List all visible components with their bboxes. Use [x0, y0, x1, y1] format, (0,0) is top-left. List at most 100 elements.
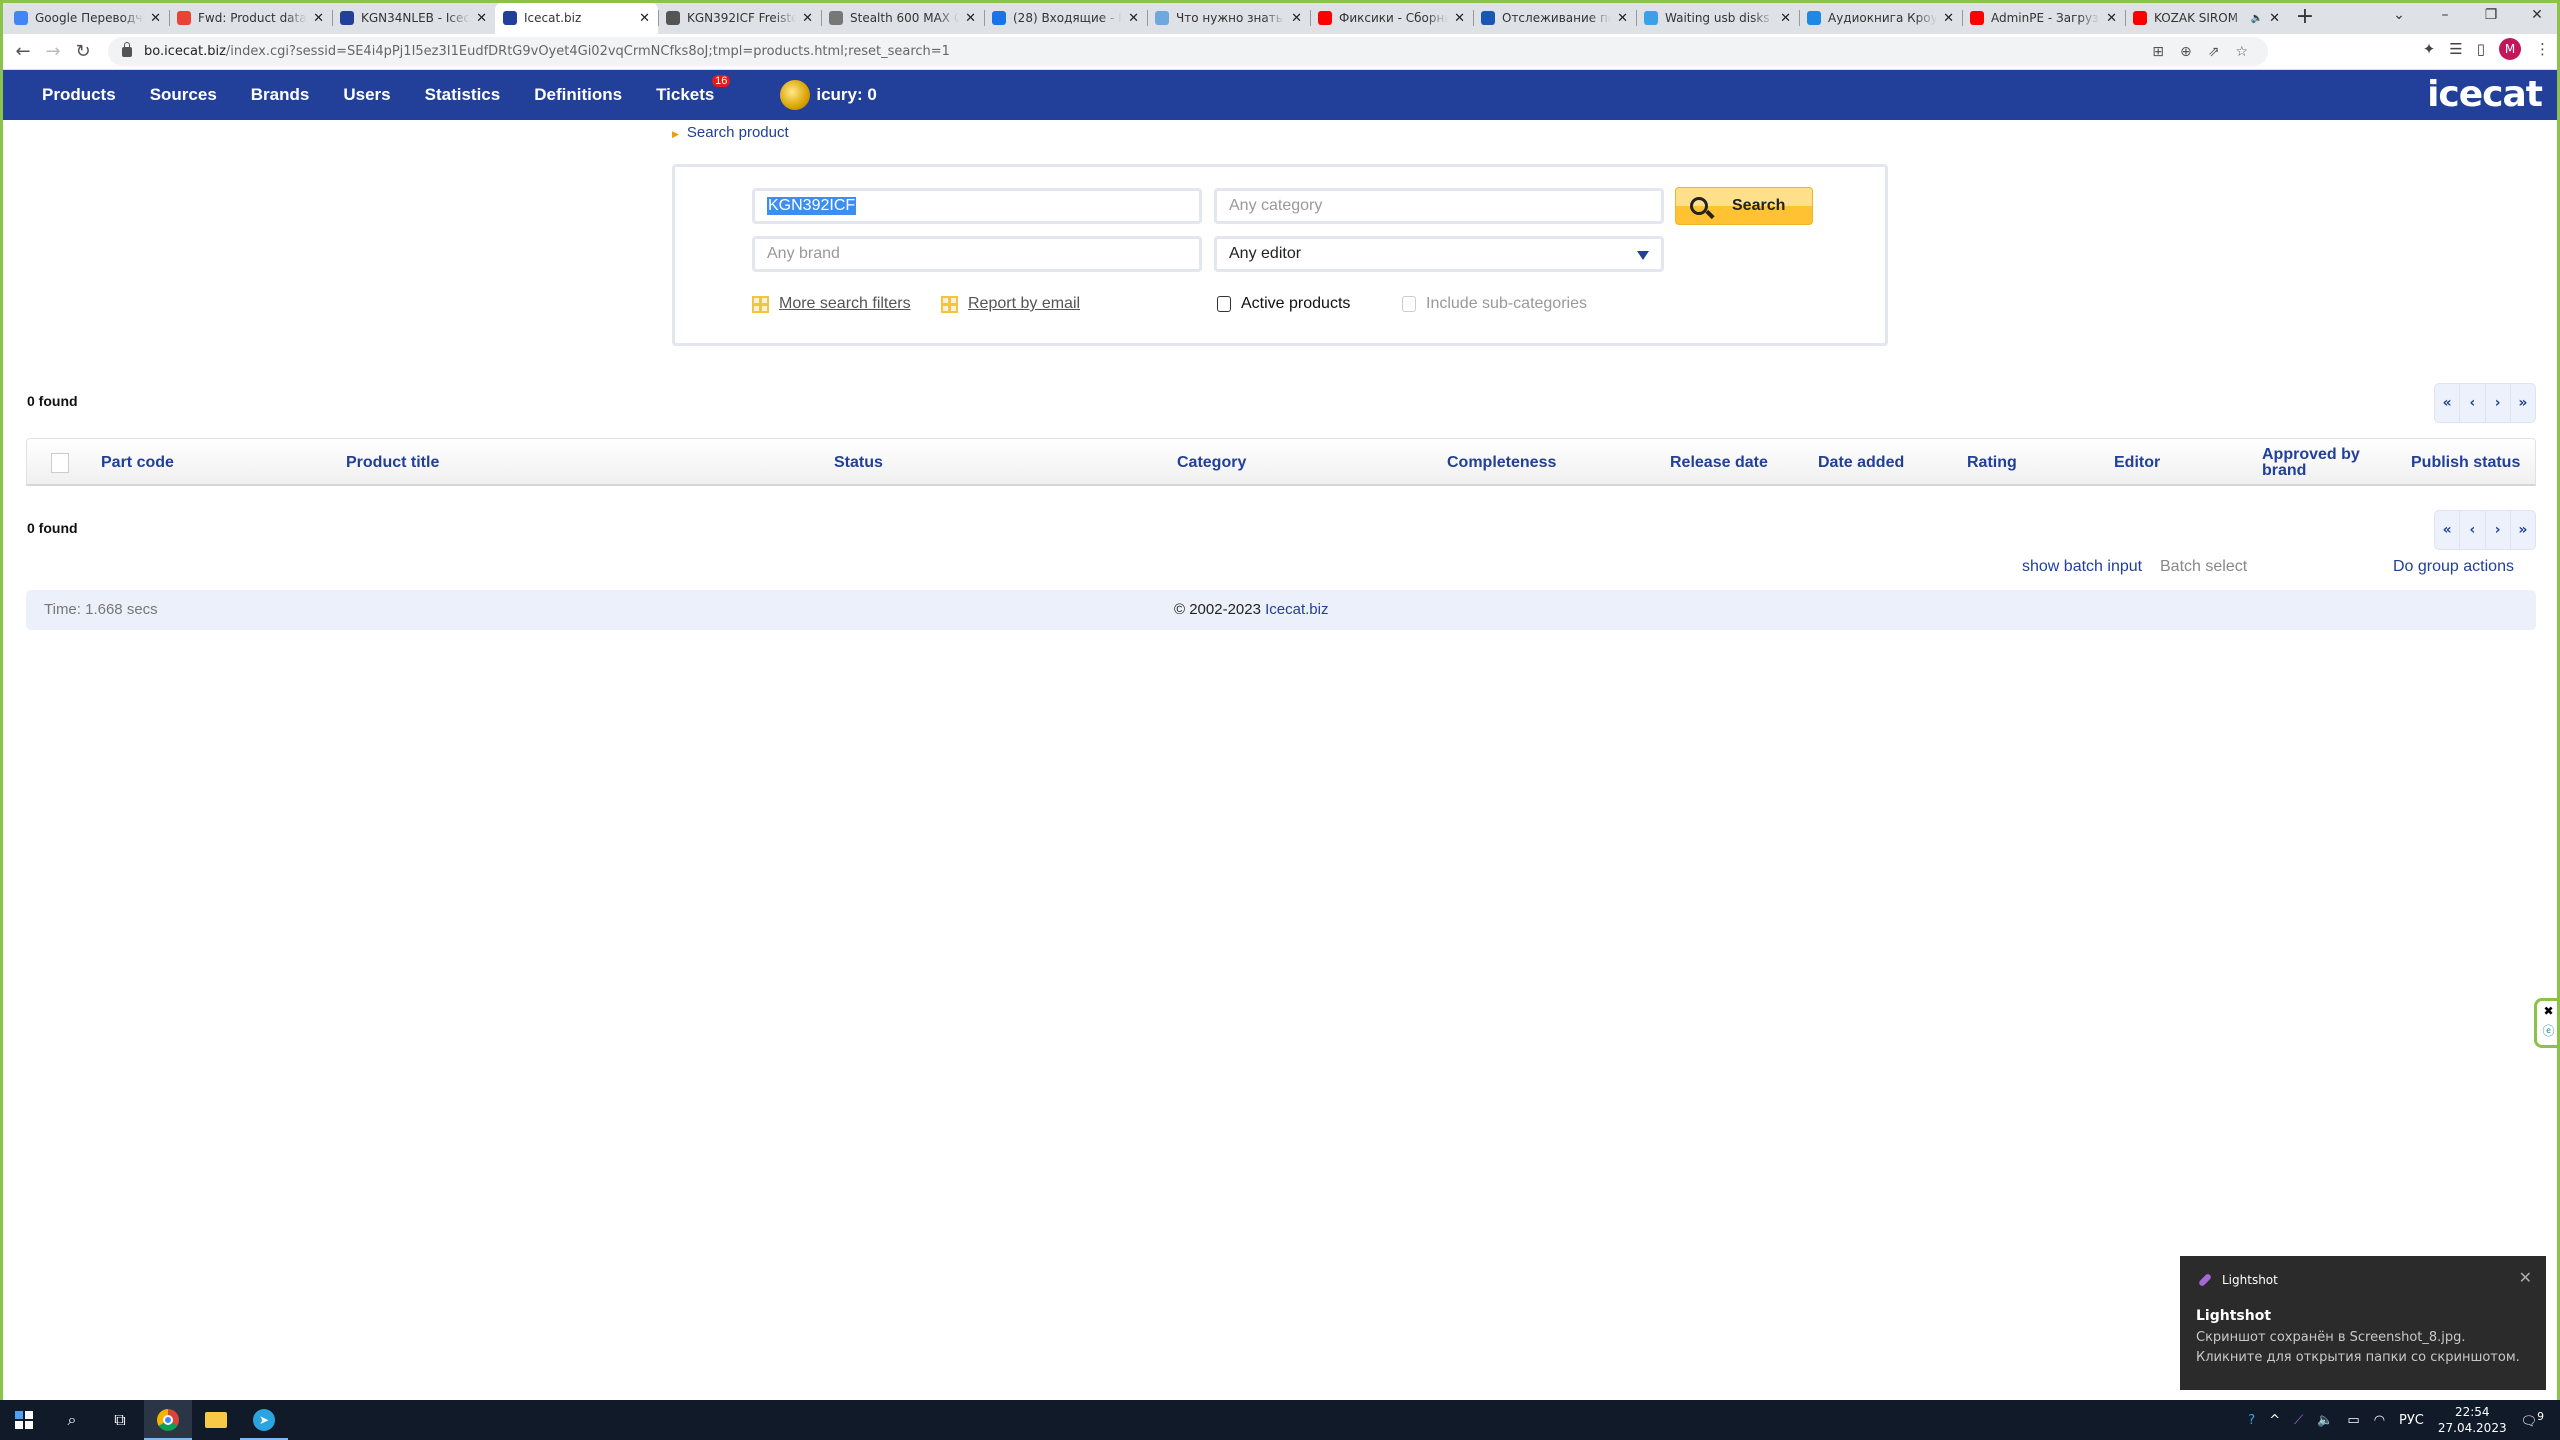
- batch-select-link[interactable]: Batch select: [2160, 558, 2247, 576]
- address-bar[interactable]: bo.icecat.biz/index.cgi?sessid=SE4i4pPj1…: [108, 37, 2268, 66]
- icecat-logo[interactable]: icecat: [2427, 74, 2543, 115]
- volume-icon[interactable]: 🔈: [2317, 1413, 2333, 1428]
- share-icon[interactable]: ⇗: [2208, 44, 2220, 60]
- taskbar-explorer[interactable]: [192, 1400, 240, 1440]
- select-all-checkbox[interactable]: [51, 453, 69, 473]
- report-by-email-link[interactable]: Report by email: [968, 295, 1080, 313]
- browser-tab[interactable]: Google Переводчик ✕: [6, 2, 169, 34]
- audio-playing-icon[interactable]: 🔈: [2251, 13, 2263, 24]
- browser-tab[interactable]: AdminPE - Загрузо ✕: [1962, 2, 2125, 34]
- prev-page-button[interactable]: ‹: [2460, 384, 2486, 422]
- side-panel-icon[interactable]: ▯: [2477, 40, 2485, 58]
- eset-widget[interactable]: ✖ ⓔ: [2534, 998, 2560, 1048]
- show-hidden-icons[interactable]: ^: [2269, 1413, 2280, 1428]
- column-status[interactable]: Status: [834, 439, 883, 487]
- icecat-link[interactable]: Icecat.biz: [1265, 601, 1328, 618]
- task-view-icon[interactable]: ⧉: [96, 1400, 144, 1440]
- column-completeness[interactable]: Completeness: [1447, 439, 1556, 487]
- next-page-button[interactable]: ›: [2486, 384, 2511, 422]
- column-date-added[interactable]: Date added: [1818, 439, 1904, 487]
- next-page-button[interactable]: ›: [2486, 511, 2511, 549]
- menu-icon[interactable]: ⋮: [2535, 40, 2550, 58]
- translate-icon[interactable]: ⊞: [2152, 44, 2164, 60]
- close-tab-icon[interactable]: ✕: [476, 11, 487, 26]
- back-icon[interactable]: ←: [8, 41, 38, 62]
- more-search-filters[interactable]: More search filters: [752, 295, 911, 313]
- restore-button[interactable]: ❐: [2468, 0, 2514, 32]
- column-product-title[interactable]: Product title: [346, 439, 439, 487]
- close-tab-icon[interactable]: ✕: [1617, 11, 1628, 26]
- column-publish-status[interactable]: Publish status: [2411, 439, 2520, 487]
- close-widget-icon[interactable]: ✖: [2537, 1001, 2560, 1021]
- reading-list-icon[interactable]: ☰: [2449, 40, 2462, 58]
- close-tab-icon[interactable]: ✕: [1128, 11, 1139, 26]
- zoom-icon[interactable]: ⊕: [2180, 44, 2192, 60]
- close-tab-icon[interactable]: ✕: [1780, 11, 1791, 26]
- active-products-option[interactable]: Active products: [1217, 295, 1350, 313]
- browser-tab[interactable]: Аудиокнига Кроу ✕: [1799, 2, 1962, 34]
- close-window-button[interactable]: ✕: [2514, 0, 2560, 32]
- breadcrumb-search-product[interactable]: Search product: [687, 124, 789, 141]
- nav-users[interactable]: Users: [343, 85, 390, 105]
- column-part-code[interactable]: Part code: [101, 439, 174, 487]
- reload-icon[interactable]: ↻: [68, 41, 98, 62]
- taskbar-telegram[interactable]: ➤: [240, 1400, 288, 1440]
- browser-tab[interactable]: Waiting usb disks t ✕: [1636, 2, 1799, 34]
- nav-definitions[interactable]: Definitions: [534, 85, 622, 105]
- browser-tab[interactable]: Stealth 600 MAX G ✕: [821, 2, 984, 34]
- column-rating[interactable]: Rating: [1967, 439, 2017, 487]
- report-by-email[interactable]: Report by email: [941, 295, 1080, 313]
- tab-search-button[interactable]: ⌄: [2376, 0, 2422, 32]
- eset-icon[interactable]: ⓔ: [2537, 1021, 2560, 1041]
- bookmark-star-icon[interactable]: ☆: [2235, 44, 2248, 60]
- browser-tab[interactable]: Fwd: Product data ✕: [169, 2, 332, 34]
- close-tab-icon[interactable]: ✕: [2269, 11, 2280, 26]
- browser-tab[interactable]: Что нужно знать п ✕: [1147, 2, 1310, 34]
- close-tab-icon[interactable]: ✕: [1454, 11, 1465, 26]
- group-actions-link[interactable]: Do group actions: [2393, 558, 2514, 576]
- browser-tab[interactable]: (28) Входящие - П ✕: [984, 2, 1147, 34]
- lightshot-tray-icon[interactable]: ⟋: [2294, 1413, 2303, 1428]
- prev-page-button[interactable]: ‹: [2460, 511, 2486, 549]
- close-tab-icon[interactable]: ✕: [965, 11, 976, 26]
- wifi-icon[interactable]: ◠: [2374, 1413, 2385, 1428]
- more-search-filters-link[interactable]: More search filters: [779, 295, 911, 313]
- notification-center-icon[interactable]: 🗨9: [2521, 1410, 2544, 1429]
- browser-tab[interactable]: KGN34NLEB - Icecat ✕: [332, 2, 495, 34]
- browser-tab[interactable]: Отслеживание по ✕: [1473, 2, 1636, 34]
- browser-tab[interactable]: Icecat.biz ✕: [495, 2, 658, 34]
- active-products-checkbox[interactable]: [1217, 296, 1231, 312]
- close-tab-icon[interactable]: ✕: [2106, 11, 2117, 26]
- start-button[interactable]: [0, 1400, 48, 1440]
- search-button[interactable]: Search: [1675, 187, 1813, 225]
- close-tab-icon[interactable]: ✕: [1291, 11, 1302, 26]
- lightshot-notification[interactable]: Lightshot ✕ Lightshot Скриншот сохранён …: [2180, 1256, 2546, 1390]
- editor-select[interactable]: Any editor: [1214, 236, 1664, 272]
- taskbar-chrome[interactable]: [144, 1400, 192, 1440]
- part-code-input[interactable]: KGN392ICF: [752, 188, 1202, 224]
- column-category[interactable]: Category: [1177, 439, 1246, 487]
- column-approved-by-brand[interactable]: Approved by brand: [2262, 439, 2372, 487]
- close-tab-icon[interactable]: ✕: [313, 11, 324, 26]
- nav-tickets[interactable]: Tickets 16: [656, 75, 731, 105]
- search-taskbar-icon[interactable]: ⌕: [48, 1400, 96, 1440]
- forward-icon[interactable]: →: [38, 41, 68, 62]
- browser-tab[interactable]: KGN392ICF Freistehend ✕: [658, 2, 821, 34]
- battery-icon[interactable]: ▭: [2347, 1413, 2359, 1428]
- column-release-date[interactable]: Release date: [1670, 439, 1768, 487]
- last-page-button[interactable]: »: [2511, 384, 2535, 422]
- nav-brands[interactable]: Brands: [251, 85, 310, 105]
- first-page-button[interactable]: «: [2435, 511, 2461, 549]
- clock[interactable]: 22:54 27.04.2023: [2438, 1404, 2507, 1436]
- language-indicator[interactable]: РУС: [2399, 1413, 2424, 1428]
- last-page-button[interactable]: »: [2511, 511, 2535, 549]
- category-input[interactable]: Any category: [1214, 188, 1664, 224]
- minimize-button[interactable]: –: [2422, 0, 2468, 32]
- notification-close-icon[interactable]: ✕: [2519, 1268, 2532, 1287]
- close-tab-icon[interactable]: ✕: [1943, 11, 1954, 26]
- close-tab-icon[interactable]: ✕: [802, 11, 813, 26]
- nav-sources[interactable]: Sources: [150, 85, 217, 105]
- help-icon[interactable]: ?: [2248, 1413, 2255, 1428]
- column-editor[interactable]: Editor: [2114, 439, 2160, 487]
- profile-avatar[interactable]: M: [2499, 38, 2521, 60]
